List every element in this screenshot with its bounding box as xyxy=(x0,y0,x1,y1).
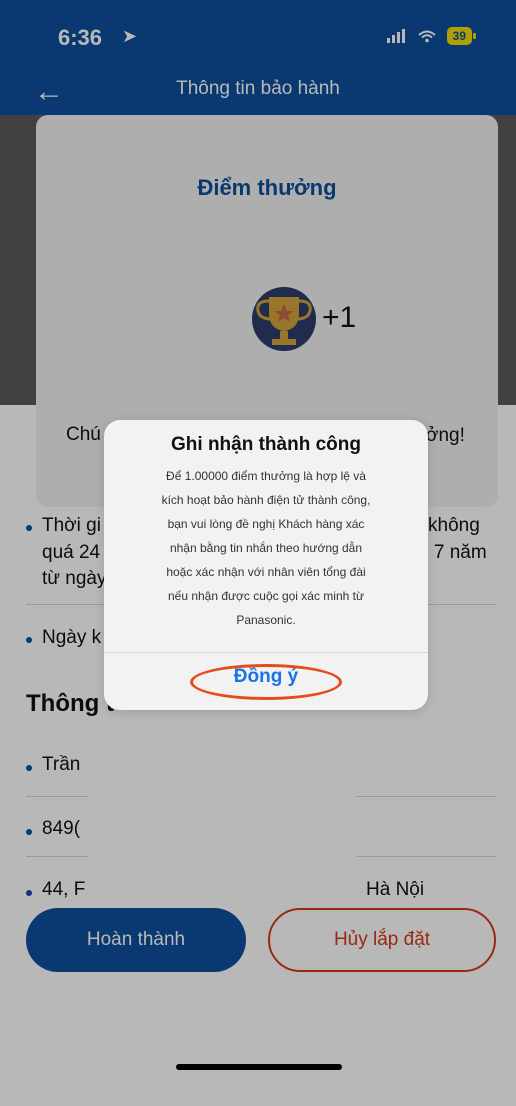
highlight-ring xyxy=(190,664,342,700)
alert-message-line: nếu nhận được cuộc gọi xác minh từ xyxy=(167,589,365,603)
alert-message: Để 1.00000 điểm thưởng là hợp lệ và kích… xyxy=(122,464,410,632)
alert-message-line: nhận bằng tin nhắn theo hướng dẫn xyxy=(169,541,363,555)
alert-message-line: Để 1.00000 điểm thưởng là hợp lệ và xyxy=(166,469,366,483)
alert-message-line: hoặc xác nhận với nhân viên tổng đài xyxy=(166,565,366,579)
alert-title: Ghi nhận thành công xyxy=(171,434,361,455)
success-alert: Ghi nhận thành công Để 1.00000 điểm thưở… xyxy=(104,420,428,710)
home-indicator xyxy=(176,1064,342,1070)
alert-message-line: Panasonic. xyxy=(236,613,296,627)
alert-message-line: kích hoạt bảo hành điện tử thành công, xyxy=(161,493,371,507)
alert-message-line: bạn vui lòng đề nghị Khách hàng xác xyxy=(167,517,365,531)
warranty-info-screen: 6:36 ➤ 39 ← Thông tin bảo hành Điểm thưở… xyxy=(0,0,516,1106)
alert-divider xyxy=(104,652,428,653)
